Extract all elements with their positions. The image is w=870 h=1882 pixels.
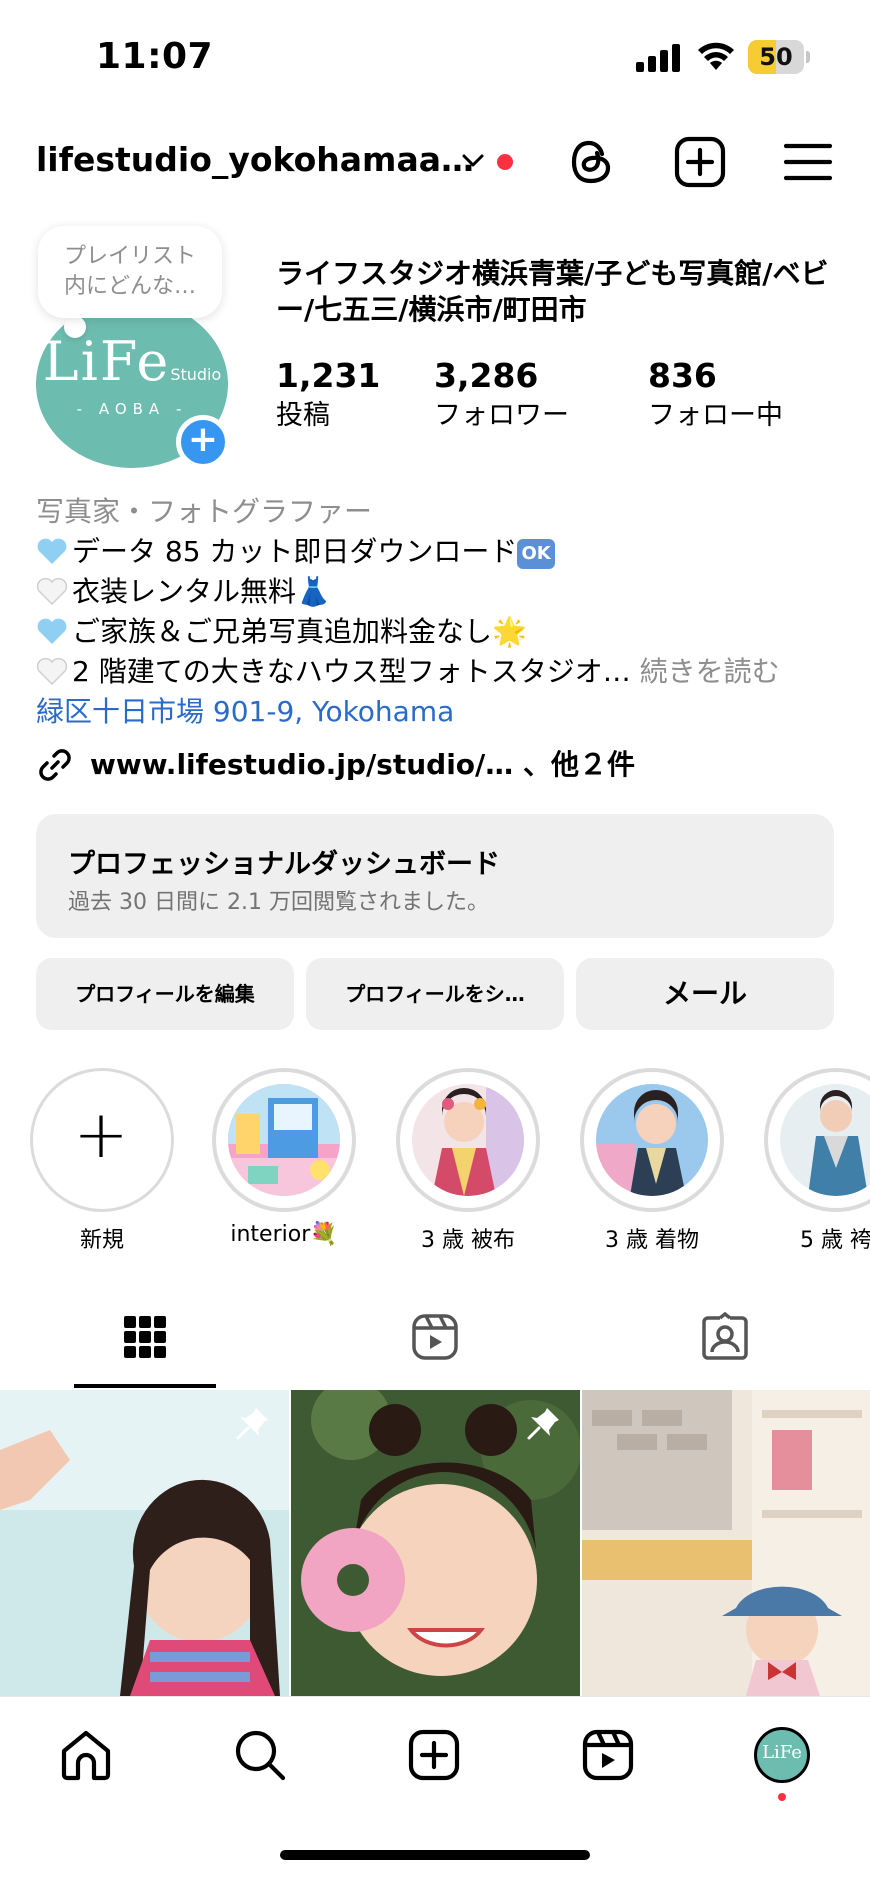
highlight-label: 5 歳 袴 [800, 1228, 870, 1253]
create-post-icon[interactable] [406, 1727, 462, 1783]
tab-posts[interactable] [0, 1300, 290, 1388]
stat-posts-label: 投稿 [276, 400, 330, 431]
display-name: ライフスタジオ横浜青葉/子ども写真館/ベビー/七五三/横浜市/町田市 [276, 257, 829, 326]
white-heart-icon [36, 657, 68, 685]
highlight-label: 3 歳 被布 [421, 1228, 515, 1253]
home-indicator[interactable] [280, 1850, 590, 1860]
share-profile-button[interactable]: プロフィールをシ… [306, 958, 564, 1030]
profile-header: lifestudio_yokohamaa… [0, 130, 870, 194]
light-blue-heart-icon [37, 538, 67, 564]
highlight-label: interior💐 [230, 1222, 338, 1247]
avatar-logo-suffix: Studio [170, 365, 222, 384]
profile-nav-avatar[interactable]: LiFe [754, 1727, 810, 1783]
bio-line-text: ご家族＆ご兄弟写真追加料金なし🌟 [72, 615, 527, 648]
dashboard-title: プロフェッショナルダッシュボード [68, 849, 500, 880]
pin-icon [527, 1408, 559, 1440]
threads-icon[interactable] [564, 134, 620, 190]
reels-icon [412, 1314, 458, 1360]
avatar-logo: LiFe [42, 330, 171, 393]
cellular-signal-icon [636, 44, 680, 72]
add-story-button[interactable]: + [176, 415, 230, 469]
bio-line: 2 階建ての大きなハウス型フォトスタジオ… 続きを読む [36, 652, 856, 692]
profile-notification-dot [778, 1793, 786, 1801]
profile-tabs [0, 1300, 870, 1388]
posts-grid [0, 1390, 870, 1696]
wifi-icon [698, 42, 734, 70]
menu-icon[interactable] [780, 134, 836, 190]
dashboard-subtitle: 過去 30 日間に 2.1 万回閲覧されました。 [68, 890, 489, 915]
bio-line-text: 衣装レンタル無料👗 [72, 575, 331, 608]
highlight-cover [596, 1084, 708, 1196]
stat-followers-value: 3,286 [434, 356, 539, 395]
stat-followers-label: フォロワー [434, 400, 569, 431]
stat-following-value: 836 [648, 356, 717, 395]
search-icon[interactable] [232, 1727, 288, 1783]
email-button[interactable]: メール [576, 958, 834, 1030]
battery-icon: 50 [748, 40, 810, 74]
light-blue-heart-icon [37, 618, 67, 644]
bio-line: 衣装レンタル無料👗 [36, 572, 856, 612]
post-thumbnail[interactable] [582, 1390, 870, 1696]
bio-line: データ 85 カット即日ダウンロード OK [36, 532, 856, 572]
post-thumbnail[interactable] [0, 1390, 289, 1696]
read-more-link[interactable]: 続きを読む [631, 655, 780, 688]
highlight-cover [780, 1084, 870, 1196]
professional-dashboard[interactable]: プロフェッショナルダッシュボード 過去 30 日間に 2.1 万回閲覧されました… [36, 814, 834, 938]
bio-line: ご家族＆ご兄弟写真追加料金なし🌟 [36, 612, 856, 652]
highlight-cover [228, 1084, 340, 1196]
tab-reels[interactable] [290, 1300, 580, 1388]
note-bubble-tail [64, 316, 86, 338]
bio-line-text: 2 階建ての大きなハウス型フォトスタジオ… [72, 655, 631, 688]
bio-category: 写真家・フォトグラファー [36, 495, 373, 528]
bio-link-text: www.lifestudio.jp/studio/… 、他２件 [90, 748, 636, 781]
account-switcher[interactable]: lifestudio_yokohamaa… [36, 140, 474, 179]
edit-profile-button[interactable]: プロフィールを編集 [36, 958, 294, 1030]
reels-icon[interactable] [580, 1727, 636, 1783]
highlight-cover [412, 1084, 524, 1196]
post-thumbnail[interactable] [291, 1390, 580, 1696]
tab-tagged[interactable] [580, 1300, 870, 1388]
grid-icon [124, 1316, 166, 1358]
note-bubble[interactable]: プレイリスト内にどんな… [38, 226, 222, 318]
pin-icon [236, 1408, 268, 1440]
plus-icon: + [73, 1096, 129, 1173]
home-icon[interactable] [58, 1727, 114, 1783]
status-time: 11:07 [96, 36, 214, 77]
chevron-down-icon[interactable] [460, 148, 486, 174]
location-link[interactable]: 緑区十日市場 901-9, Yokohama [36, 692, 856, 732]
highlight-label: 新規 [79, 1228, 124, 1253]
stat-posts-value: 1,231 [276, 356, 381, 395]
link-icon [39, 749, 71, 781]
battery-level: 50 [759, 43, 793, 71]
white-heart-icon [36, 577, 68, 605]
status-bar: 11:07 50 [0, 0, 870, 110]
highlight-label: 3 歳 着物 [605, 1228, 699, 1253]
stat-posts[interactable]: 1,231 投稿 [276, 356, 380, 434]
profile-bio: 写真家・フォトグラファー データ 85 カット即日ダウンロード OK 衣装レンタル… [36, 492, 856, 732]
stat-followers[interactable]: 3,286 フォロワー [434, 356, 569, 434]
stat-following[interactable]: 836 フォロー中 [648, 356, 783, 434]
stat-following-label: フォロー中 [648, 400, 783, 431]
notification-dot [497, 154, 513, 170]
ok-badge: OK [517, 539, 555, 569]
create-post-icon[interactable] [672, 134, 728, 190]
active-tab-indicator [74, 1384, 216, 1388]
tagged-icon [702, 1312, 748, 1360]
bio-line-text: データ 85 カット即日ダウンロード [72, 535, 518, 568]
note-text: プレイリスト内にどんな… [63, 244, 196, 299]
